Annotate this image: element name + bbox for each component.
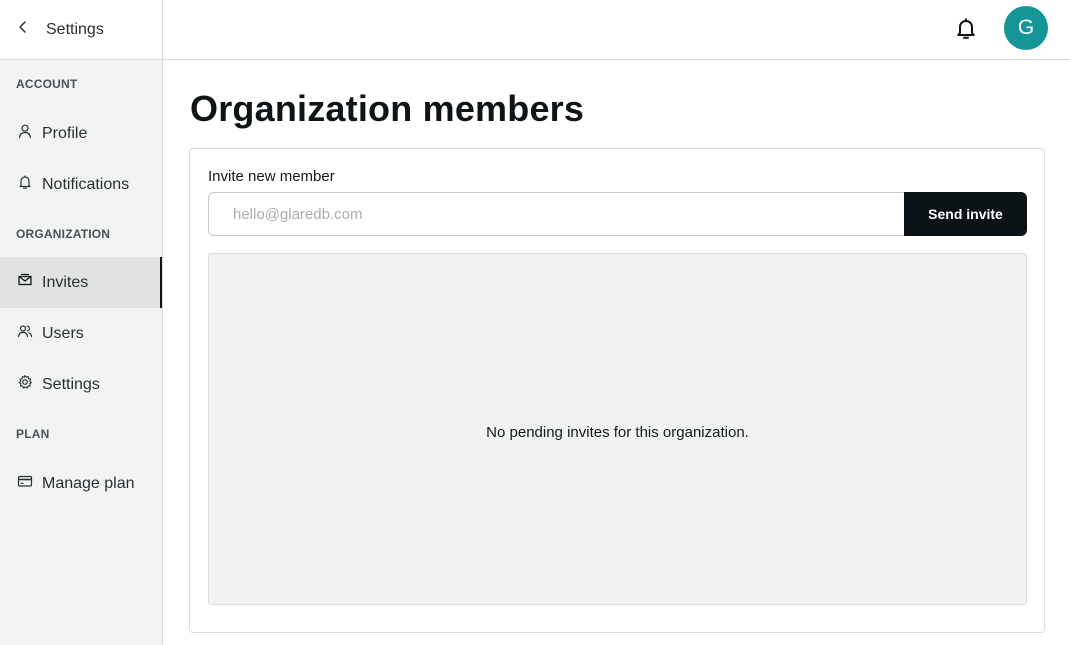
invite-email-input[interactable] xyxy=(208,192,905,236)
top-bar: G xyxy=(163,0,1070,60)
pending-invites-panel: No pending invites for this organization… xyxy=(208,253,1027,605)
sidebar-item-settings[interactable]: Settings xyxy=(0,359,162,410)
sidebar-item-profile[interactable]: Profile xyxy=(0,108,162,159)
sidebar-item-label: Users xyxy=(42,324,84,342)
notifications-bell-button[interactable] xyxy=(954,16,978,42)
sidebar-item-label: Profile xyxy=(42,124,88,142)
back-to-settings-button[interactable]: Settings xyxy=(0,0,104,59)
bell-icon xyxy=(17,174,33,195)
sidebar-header: Settings xyxy=(0,0,162,60)
section-label-plan: PLAN xyxy=(16,427,50,441)
sidebar-item-users[interactable]: Users xyxy=(0,308,162,359)
users-icon xyxy=(17,323,33,344)
sidebar-item-label: Notifications xyxy=(42,175,130,193)
user-avatar[interactable]: G xyxy=(1004,6,1048,50)
page-title: Organization members xyxy=(190,88,585,129)
settings-sidebar: Settings ACCOUNT Profile Notifications O… xyxy=(0,0,163,645)
send-invite-button[interactable]: Send invite xyxy=(904,192,1027,236)
sidebar-item-label: Settings xyxy=(42,375,100,393)
invite-card: Invite new member Send invite No pending… xyxy=(189,148,1045,633)
sidebar-item-label: Invites xyxy=(42,273,89,291)
bell-icon xyxy=(954,18,978,46)
section-label-account: ACCOUNT xyxy=(16,77,78,91)
sidebar-item-invites[interactable]: Invites xyxy=(0,257,162,308)
gear-icon xyxy=(17,374,33,395)
chevron-left-icon xyxy=(16,20,30,39)
sidebar-item-notifications[interactable]: Notifications xyxy=(0,159,162,210)
sidebar-item-manage-plan[interactable]: Manage plan xyxy=(0,458,162,509)
credit-card-icon xyxy=(17,473,33,494)
back-label: Settings xyxy=(46,20,104,38)
sidebar-item-label: Manage plan xyxy=(42,474,135,492)
empty-state-message: No pending invites for this organization… xyxy=(486,423,749,441)
section-label-organization: ORGANIZATION xyxy=(16,227,111,241)
user-icon xyxy=(17,123,33,144)
envelope-icon xyxy=(17,272,33,293)
invite-label: Invite new member xyxy=(208,168,335,185)
